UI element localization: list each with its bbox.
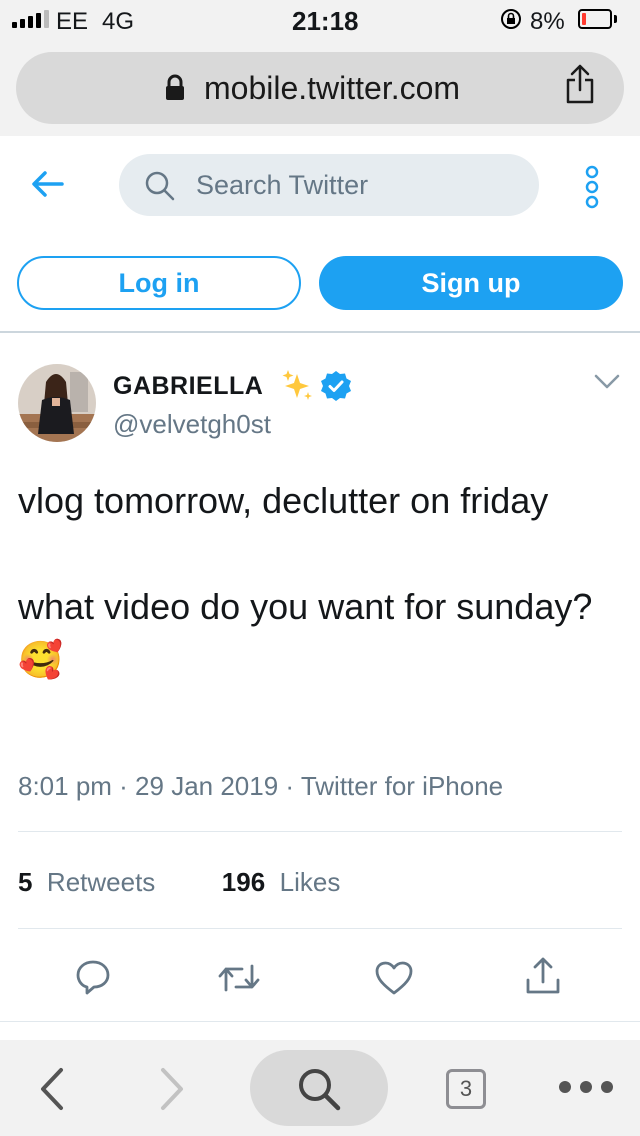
like-icon[interactable] [374,960,414,996]
chevron-down-icon[interactable] [594,374,620,390]
browser-back-icon[interactable] [38,1066,66,1112]
network-label: 4G [102,8,135,35]
tweet-timestamp[interactable]: 8:01 pm · 29 Jan 2019 · Twitter for iPho… [18,771,503,802]
battery-percent: 8% [530,8,565,35]
reply-icon[interactable] [74,958,112,996]
verified-badge-icon [321,371,351,401]
login-button[interactable]: Log in [17,256,301,310]
search-icon [145,171,175,201]
browser-search-icon [299,1069,341,1111]
battery-icon [578,9,617,29]
search-placeholder: Search Twitter [196,170,369,200]
retweet-icon[interactable] [216,960,262,996]
tweet-text: vlog tomorrow, declutter on friday what … [18,474,618,686]
header-divider [0,331,640,333]
share-icon[interactable] [564,62,596,106]
signal-strength-icon [12,10,49,28]
sparkles-icon [282,370,312,400]
back-arrow-icon[interactable] [30,166,66,202]
user-handle[interactable]: @velvetgh0st [113,409,271,440]
likes-stat[interactable]: 196 Likes [222,867,341,897]
carrier-label: EE [56,8,89,35]
rotation-lock-icon [501,9,521,29]
share-tweet-icon[interactable] [524,956,562,996]
clock: 21:18 [292,6,359,36]
tweet-body: vlog tomorrow, declutter on friday what … [18,480,593,627]
retweets-label: Retweets [46,867,156,897]
lock-icon [166,74,184,100]
browser-more-icon[interactable] [558,1080,614,1094]
browser-forward-icon[interactable] [158,1066,186,1112]
stats-divider [18,928,622,929]
smiling-hearts-emoji: 🥰 [18,639,63,680]
retweets-stat[interactable]: 5 Retweets [18,867,155,897]
display-name[interactable]: GABRIELLA [113,372,263,401]
tweet-stats: 5 Retweets 196 Likes [18,867,340,898]
browser-tabs-icon[interactable]: 3 [446,1069,486,1109]
actions-divider [0,1021,640,1022]
retweets-count: 5 [18,867,33,897]
signup-button[interactable]: Sign up [319,256,623,310]
meta-divider [18,831,622,832]
url-text[interactable]: mobile.twitter.com [204,70,460,107]
likes-label: Likes [279,867,341,897]
likes-count: 196 [221,867,266,897]
avatar[interactable] [18,364,96,442]
more-vertical-icon[interactable] [580,164,604,210]
